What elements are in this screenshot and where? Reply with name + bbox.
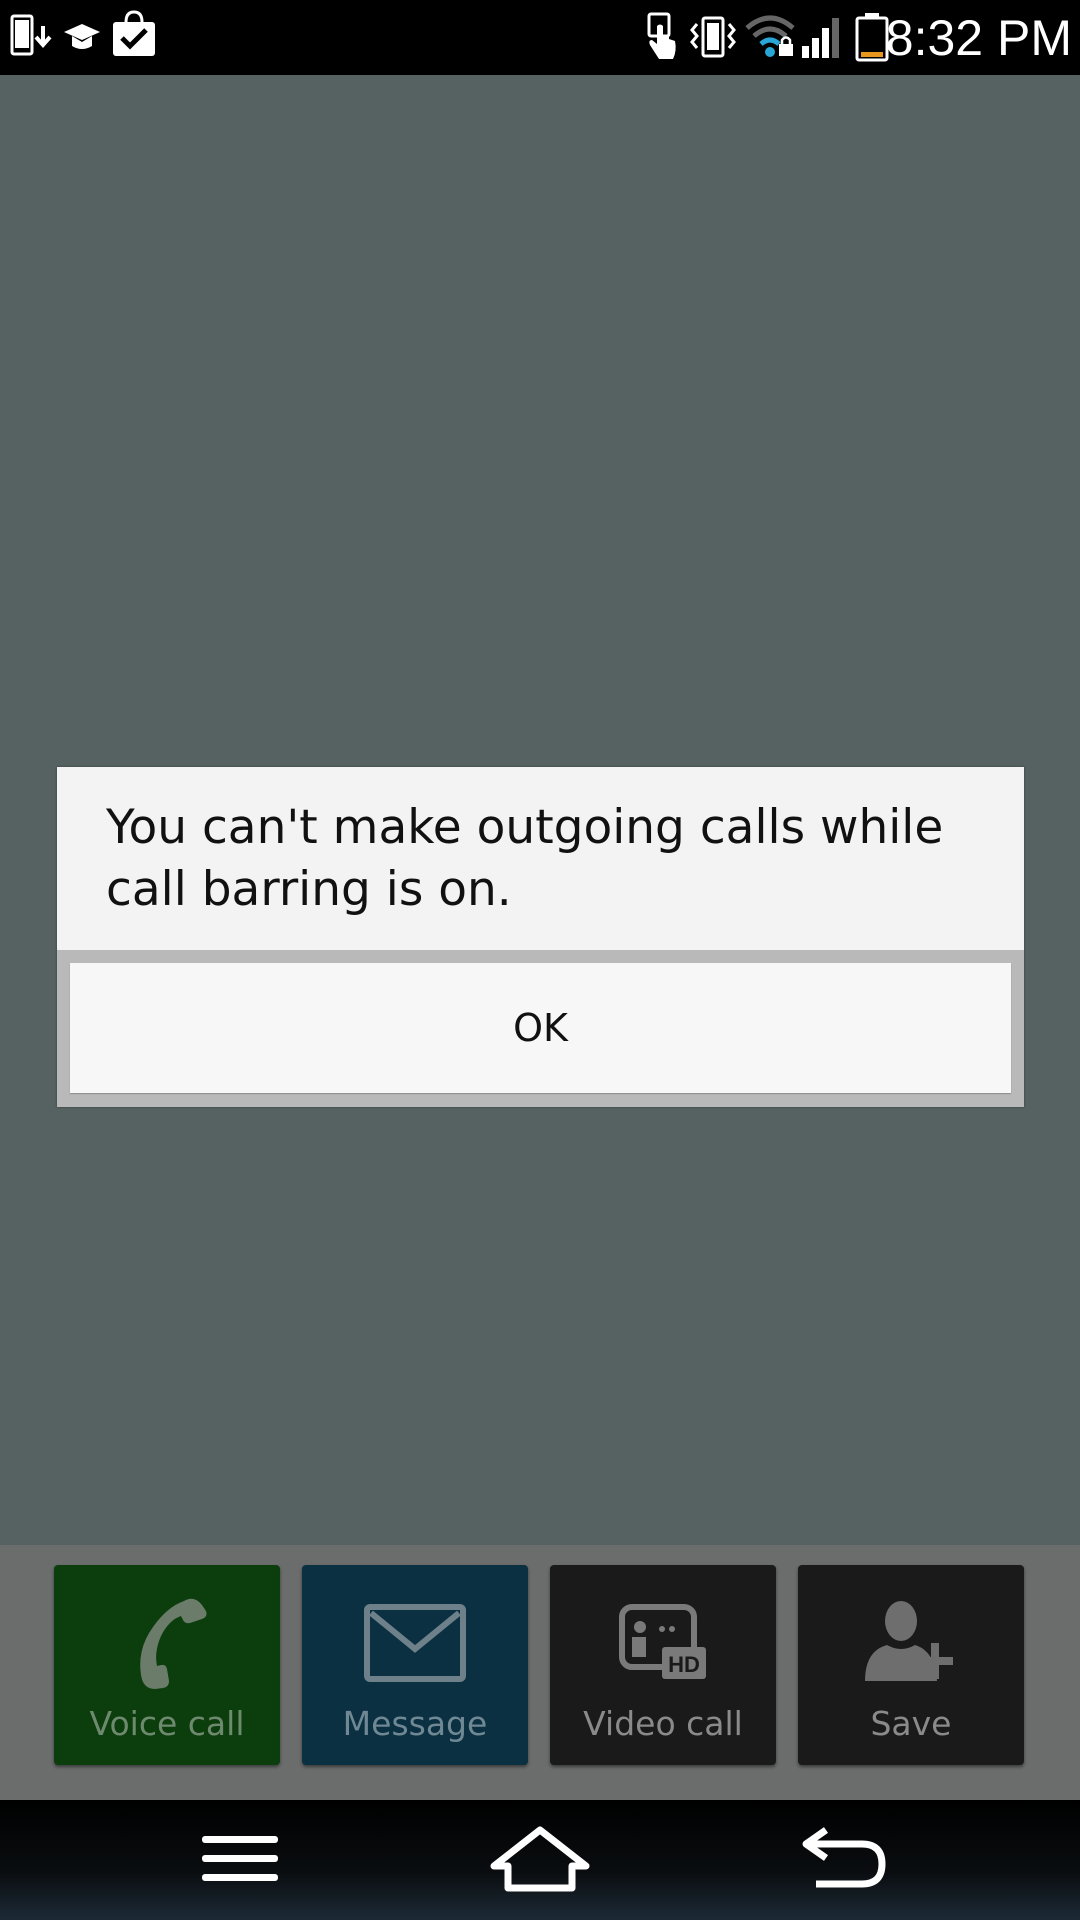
ok-button[interactable]: OK (70, 963, 1011, 1093)
video-call-label: Video call (583, 1704, 743, 1743)
shopping-bag-icon (110, 10, 158, 62)
screen: 8:32 PM You can't make outgoing calls wh… (0, 0, 1080, 1920)
battery-icon (855, 12, 889, 66)
dialog-button-area: OK (57, 950, 1024, 1107)
dialog-message: You can't make outgoing calls while call… (106, 800, 944, 917)
add-contact-icon (861, 1595, 961, 1689)
voice-call-label: Voice call (89, 1704, 245, 1743)
sync-icon (62, 20, 102, 58)
vibrate-icon (688, 14, 738, 64)
envelope-icon (363, 1603, 467, 1687)
save-contact-button[interactable]: Save (798, 1565, 1024, 1765)
status-time: 8:32 PM (885, 10, 1072, 66)
home-icon (480, 1826, 600, 1903)
message-button[interactable]: Message (302, 1565, 528, 1765)
alert-dialog: You can't make outgoing calls while call… (57, 767, 1024, 1107)
touch-icon (645, 12, 681, 66)
download-notification-icon (10, 12, 56, 64)
voice-call-button[interactable]: Voice call (54, 1565, 280, 1765)
back-icon (780, 1827, 900, 1903)
video-call-button[interactable]: HD Video call (550, 1565, 776, 1765)
contact-action-bar: Voice call Message HD Video call Save (0, 1545, 1080, 1800)
navigation-bar (0, 1800, 1080, 1920)
video-call-hd-icon: HD (618, 1603, 708, 1687)
phone-icon (122, 1593, 212, 1693)
status-bar: 8:32 PM (0, 0, 1080, 75)
back-button[interactable] (780, 1820, 900, 1900)
wifi-icon (745, 14, 795, 64)
message-label: Message (342, 1704, 488, 1743)
menu-button[interactable] (180, 1820, 300, 1900)
svg-text:HD: HD (668, 1652, 700, 1677)
save-label: Save (870, 1704, 952, 1743)
menu-icon (180, 1836, 300, 1903)
home-button[interactable] (480, 1820, 600, 1900)
signal-icon (800, 14, 844, 64)
